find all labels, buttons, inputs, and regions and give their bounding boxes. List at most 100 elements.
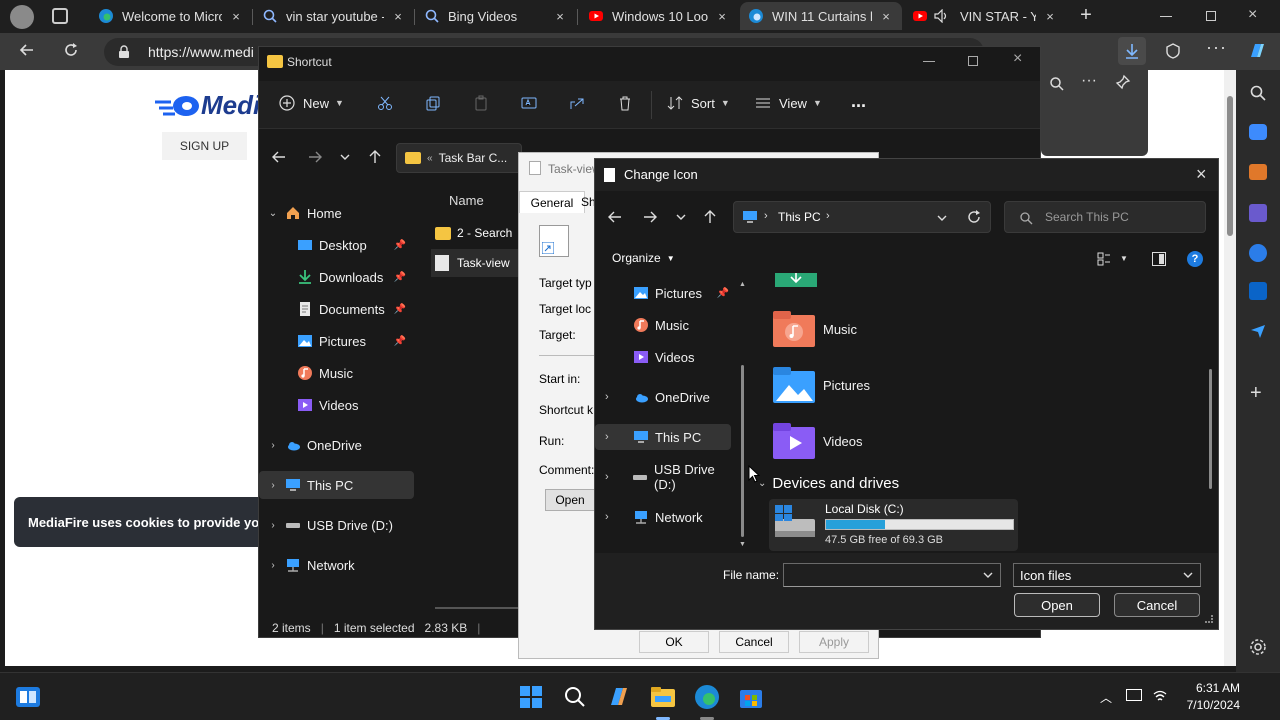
horizontal-scrollbar[interactable] [435,607,519,609]
settings-more-icon[interactable]: ··· [1206,37,1227,58]
breadcrumb[interactable]: « Task Bar C... [396,143,522,173]
copy-icon[interactable] [425,95,441,111]
forward-icon[interactable] [307,149,323,165]
nav-scrollbar[interactable]: ▲ ▼ [737,277,747,553]
back-icon[interactable] [607,209,623,225]
drive-local-disk-c[interactable]: Local Disk (C:) 47.5 GB free of 69.3 GB [769,499,1018,551]
rename-icon[interactable] [521,95,537,111]
signup-button[interactable]: SIGN UP [162,132,247,160]
tab-windows-10-look[interactable]: Windows 10 Look × [580,2,738,30]
tab-actions-icon[interactable] [52,8,68,24]
open-button[interactable]: Open [1014,593,1100,617]
add-sidebar-app-icon[interactable]: + [1250,382,1262,405]
nav-downloads[interactable]: Downloads 📌 [259,263,414,291]
recent-locations-icon[interactable] [675,211,687,223]
up-icon[interactable] [702,209,718,225]
close-window-icon[interactable]: × [1248,6,1257,24]
new-tab-button[interactable]: + [1076,4,1096,27]
store-icon[interactable] [737,683,765,711]
nav-network[interactable]: › Network [595,504,733,530]
tab-close-icon[interactable]: × [878,9,894,24]
share-icon[interactable] [569,95,585,111]
refresh-icon[interactable] [62,41,80,59]
refresh-icon[interactable] [966,209,982,225]
back-icon[interactable] [18,41,36,59]
tab-vin-star-youtube[interactable]: VIN STAR - Yo × [904,2,1066,30]
minimize-icon[interactable] [1160,16,1172,17]
file-type-select[interactable]: Icon files [1013,563,1201,587]
maximize-icon[interactable] [968,56,978,66]
nav-onedrive[interactable]: › OneDrive [595,384,733,410]
restore-icon[interactable] [1206,11,1216,21]
organize-button[interactable]: Organize ▼ [612,251,675,265]
nav-this-pc[interactable]: › This PC [259,471,414,499]
file-name-input[interactable] [783,563,1001,587]
chevron-down-icon[interactable] [982,569,994,581]
downloads-folder-icon[interactable] [775,273,817,287]
tab-close-icon[interactable]: × [552,9,568,24]
nav-pictures[interactable]: Pictures 📌 [595,280,733,306]
nav-onedrive[interactable]: › OneDrive [259,431,414,459]
ok-button[interactable]: OK [639,631,709,653]
more-icon[interactable]: ··· [1081,72,1097,90]
recent-locations-icon[interactable] [339,151,351,163]
search-icon[interactable] [1249,84,1267,102]
search-box[interactable]: Search This PC [1004,201,1206,233]
tab-welcome[interactable]: Welcome to Micro × [90,2,252,30]
nav-music[interactable]: Music [259,359,414,387]
outlook-icon[interactable] [1249,282,1267,300]
search-icon[interactable] [1049,76,1065,92]
location-bar[interactable]: › This PC › [733,201,991,233]
nav-network[interactable]: › Network [259,551,414,579]
page-scrollbar[interactable] [1224,70,1236,666]
paste-icon[interactable] [473,95,489,111]
nav-usb-drive[interactable]: › USB Drive (D:) [259,511,414,539]
view-button[interactable]: View ▼ [755,95,822,111]
clock-time[interactable]: 6:31 AM [1180,681,1240,695]
apply-button[interactable]: Apply [799,631,869,653]
tab-close-icon[interactable]: × [1042,9,1058,24]
open-file-location-button[interactable]: Open [545,489,595,511]
profile-avatar-icon[interactable] [10,5,34,29]
close-icon[interactable]: × [1013,50,1022,68]
tab-close-icon[interactable]: × [714,9,730,24]
start-icon[interactable] [517,683,545,711]
nav-music[interactable]: Music [595,312,733,338]
chevron-down-icon[interactable] [936,212,948,224]
resize-grip-icon[interactable] [1205,615,1213,623]
downloads-button[interactable] [1118,37,1146,65]
preview-pane-icon[interactable] [1152,252,1166,266]
widgets-icon[interactable] [14,683,42,711]
nav-videos[interactable]: Videos [259,391,414,419]
cancel-button[interactable]: Cancel [1114,593,1200,617]
folder-music[interactable]: Music [773,309,857,349]
forward-icon[interactable] [642,209,658,225]
nav-documents[interactable]: Documents 📌 [259,295,414,323]
tab-close-icon[interactable]: × [390,9,406,24]
close-icon[interactable]: × [1196,164,1207,185]
tab-win11-curtains[interactable]: WIN 11 Curtains h × [740,2,902,30]
search-icon[interactable] [561,683,589,711]
nav-desktop[interactable]: Desktop 📌 [259,231,414,259]
sidebar-settings-icon[interactable] [1249,638,1267,656]
help-icon[interactable]: ? [1187,251,1203,267]
copilot-icon[interactable] [1246,40,1268,62]
delete-icon[interactable] [617,95,633,111]
tab-general[interactable]: General [519,191,585,213]
folder-videos[interactable]: Videos [773,421,863,461]
file-row[interactable]: 2 - Search [435,219,519,247]
up-icon[interactable] [367,149,383,165]
display-icon[interactable] [1126,689,1142,701]
browser-essentials-icon[interactable] [1163,41,1183,61]
tab-close-icon[interactable]: × [228,9,244,24]
send-icon[interactable] [1249,322,1267,340]
tab-vin-star-search[interactable]: vin star youtube - × [254,2,414,30]
pin-icon[interactable] [1115,74,1131,90]
content-scrollbar[interactable] [1209,369,1212,489]
column-header-name[interactable]: Name [449,193,484,208]
chevron-down-icon[interactable]: ▼ [1120,254,1128,263]
cut-icon[interactable] [377,95,393,111]
new-button[interactable]: New ▼ [279,95,344,111]
minimize-icon[interactable] [923,61,935,62]
cancel-button[interactable]: Cancel [719,631,789,653]
